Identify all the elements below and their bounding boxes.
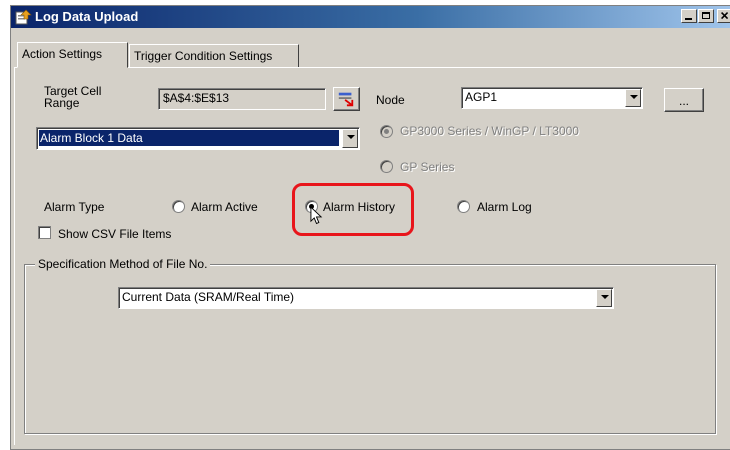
node-label: Node [376,93,405,107]
cell-select-button[interactable] [333,87,360,111]
title-bar[interactable]: Log Data Upload [11,6,730,28]
data-block-value: Alarm Block 1 Data [39,130,339,146]
alarm-log-label: Alarm Log [477,200,532,214]
alarm-active-radio[interactable] [172,200,185,213]
upload-icon [15,9,32,25]
show-csv-label: Show CSV File Items [58,227,172,241]
series-gp-radio[interactable] [380,160,393,173]
series-gp-label: GP Series [400,160,455,174]
minimize-icon [685,18,692,20]
close-button[interactable] [717,9,730,23]
chevron-down-icon [596,289,612,307]
series-gp3000-label: GP3000 Series / WinGP / LT3000 [400,124,579,138]
node-browse-button[interactable]: ... [664,88,704,112]
file-no-group-title: Specification Method of File No. [35,257,211,271]
chevron-down-icon [625,89,641,107]
show-csv-checkbox[interactable] [38,226,51,239]
minimize-button[interactable] [681,9,697,23]
maximize-button[interactable] [698,9,714,23]
tab-trigger-condition-settings-label: Trigger Condition Settings [134,49,273,63]
target-cell-range-value: $A$4:$E$13 [163,91,230,105]
close-icon [721,12,729,20]
alarm-log-radio[interactable] [457,200,470,213]
maximize-icon [702,12,710,19]
alarm-active-label: Alarm Active [191,200,258,214]
tab-action-settings-label: Action Settings [22,47,103,61]
chevron-down-icon [342,129,358,148]
file-no-select[interactable]: Current Data (SRAM/Real Time) [118,287,614,309]
node-value: AGP1 [465,90,498,104]
target-cell-range-field[interactable]: $A$4:$E$13 [158,88,326,110]
cell-select-icon [338,92,354,107]
highlight-annotation [292,183,414,236]
alarm-type-label: Alarm Type [44,200,105,214]
node-select[interactable]: AGP1 [461,87,643,109]
data-block-select[interactable]: Alarm Block 1 Data [36,127,360,150]
series-gp3000-radio[interactable] [380,125,393,138]
node-browse-label: ... [678,94,689,108]
window-title: Log Data Upload [35,9,139,24]
file-no-value: Current Data (SRAM/Real Time) [122,290,295,304]
tab-action-settings[interactable]: Action Settings [17,42,128,68]
target-cell-range-label: Target Cell Range [44,84,102,110]
tab-trigger-condition-settings[interactable]: Trigger Condition Settings [129,44,299,68]
